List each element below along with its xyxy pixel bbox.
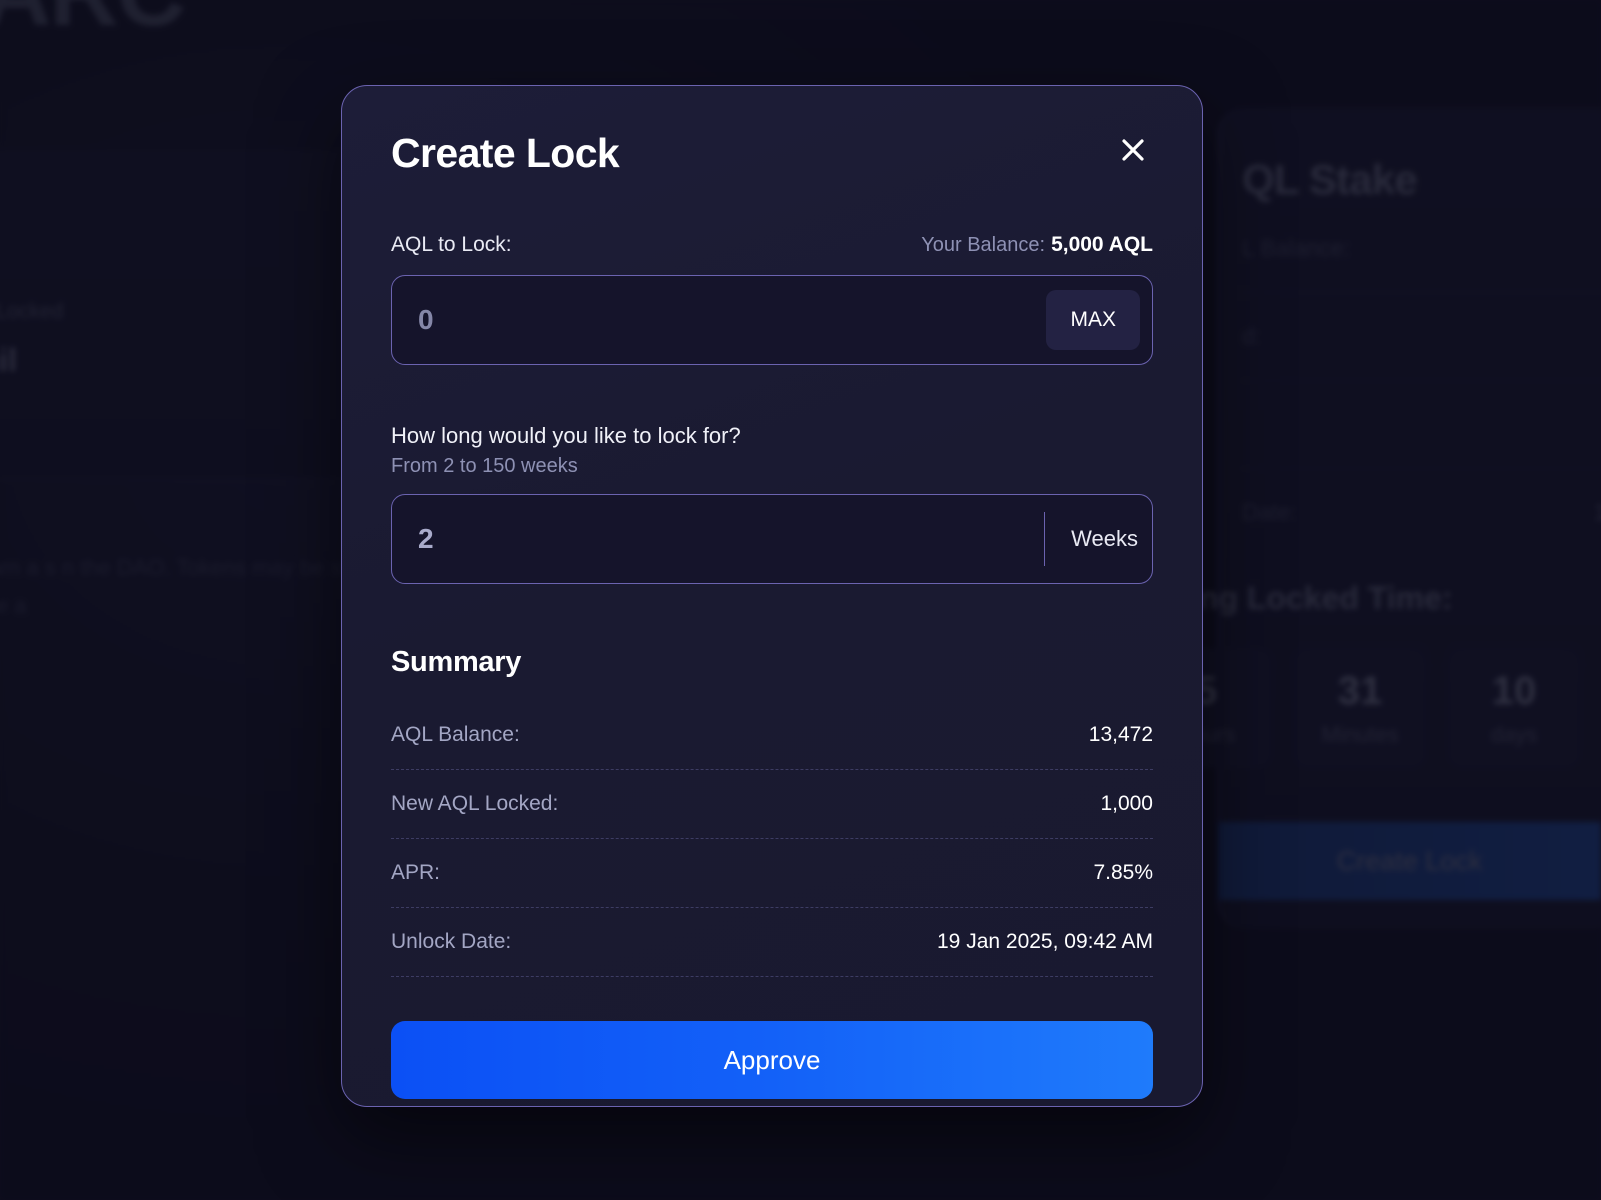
duration-range-hint: From 2 to 150 weeks (391, 455, 578, 477)
balance-value: 5,000 AQL (1051, 233, 1153, 256)
duration-section: How long would you like to lock for? Fro… (391, 423, 1153, 584)
balance-label: Your Balance: (921, 234, 1046, 256)
duration-input-field[interactable]: Weeks (391, 494, 1153, 584)
create-lock-modal: Create Lock AQL to Lock: Your Balance: 5,… (341, 85, 1203, 1107)
aql-amount-input[interactable] (418, 304, 1047, 336)
amount-labels-row: AQL to Lock: Your Balance: 5,000 AQL (391, 233, 1153, 259)
summary-row-value: 1,000 (1100, 792, 1153, 815)
approve-button[interactable]: Approve (391, 1021, 1153, 1099)
summary-row-label: APR: (391, 861, 441, 884)
weeks-unit-label: Weeks (1044, 512, 1152, 566)
amount-field-label: AQL to Lock: (391, 233, 512, 256)
max-button[interactable]: MAX (1046, 290, 1140, 350)
summary-heading: Summary (391, 646, 522, 678)
weeks-input[interactable] (418, 523, 1045, 555)
summary-row-value: 7.85% (1093, 861, 1153, 884)
summary-row-label: New AQL Locked: (391, 792, 559, 815)
modal-header: Create Lock (391, 130, 1153, 192)
close-icon-glyph (1122, 139, 1144, 161)
summary-row-label: AQL Balance: (391, 723, 520, 746)
summary-row: APR: 7.85% (391, 839, 1153, 908)
summary-row-value: 13,472 (1088, 723, 1153, 746)
close-icon[interactable] (1113, 130, 1153, 170)
summary-row-label: Unlock Date: (391, 930, 512, 953)
summary-row: Unlock Date: 19 Jan 2025, 09:42 AM (391, 908, 1153, 977)
amount-input-field[interactable]: MAX (391, 275, 1153, 365)
duration-question-label: How long would you like to lock for? (391, 423, 741, 448)
summary-list: AQL Balance: 13,472 New AQL Locked: 1,00… (391, 701, 1153, 977)
summary-row: AQL Balance: 13,472 (391, 701, 1153, 770)
summary-row: New AQL Locked: 1,000 (391, 770, 1153, 839)
summary-row-value: 19 Jan 2025, 09:42 AM (937, 930, 1153, 953)
page-title: Create Lock (391, 130, 620, 176)
balance-display: Your Balance: 5,000 AQL (921, 233, 1153, 257)
